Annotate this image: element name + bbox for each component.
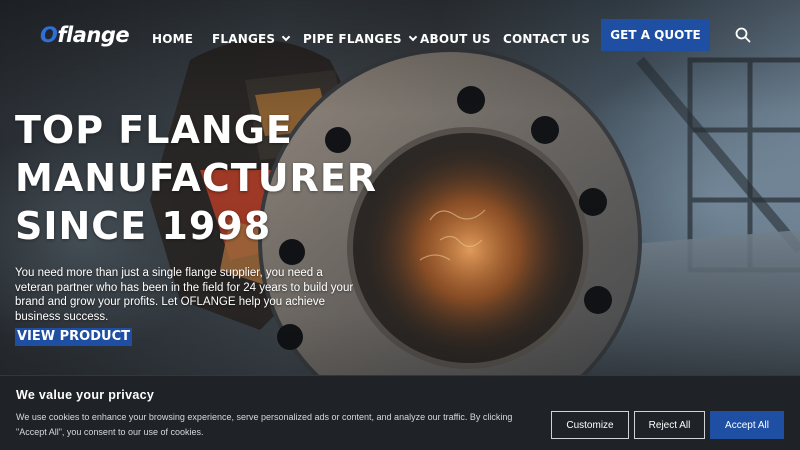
customize-button[interactable]: Customize — [551, 411, 629, 439]
nav-contact-us[interactable]: CONTACT US — [503, 32, 590, 46]
cookie-banner-text: We use cookies to enhance your browsing … — [16, 412, 513, 437]
accept-all-button[interactable]: Accept All — [710, 411, 784, 439]
reject-all-button[interactable]: Reject All — [634, 411, 705, 439]
site-header: Oflange HOME FLANGES PIPE FLANGES ABOUT … — [0, 0, 800, 72]
hero-title-line: SINCE 1998 — [15, 204, 272, 248]
hero-title-line: MANUFACTURER — [15, 156, 378, 200]
get-a-quote-button[interactable]: GET A QUOTE — [601, 19, 710, 51]
view-product-button[interactable]: VIEW PRODUCT — [15, 328, 132, 346]
nav-contact-us-label: CONTACT US — [503, 32, 591, 46]
nav-flanges-label: FLANGES — [212, 32, 276, 46]
chevron-down-icon — [408, 32, 417, 42]
nav-flanges[interactable]: FLANGES — [212, 32, 291, 46]
hero-title-line: TOP FLANGE — [15, 108, 293, 152]
nav-home-label: HOME — [152, 32, 194, 46]
hero-title: TOP FLANGE MANUFACTURER SINCE 1998 — [15, 106, 378, 250]
cookie-consent-banner: We value your privacy We use cookies to … — [0, 375, 800, 450]
nav-home[interactable]: HOME — [152, 32, 193, 46]
cookie-banner-title: We value your privacy — [16, 388, 155, 402]
chevron-down-icon — [282, 32, 291, 42]
nav-about-us[interactable]: ABOUT US — [420, 32, 491, 46]
oflange-logo[interactable]: Oflange — [40, 23, 130, 47]
hero-description: You need more than just a single flange … — [15, 267, 354, 323]
nav-pipe-flanges-label: PIPE FLANGES — [303, 32, 402, 46]
nav-about-us-label: ABOUT US — [420, 32, 491, 46]
search-icon[interactable] — [735, 27, 751, 43]
nav-pipe-flanges[interactable]: PIPE FLANGES — [303, 32, 417, 46]
